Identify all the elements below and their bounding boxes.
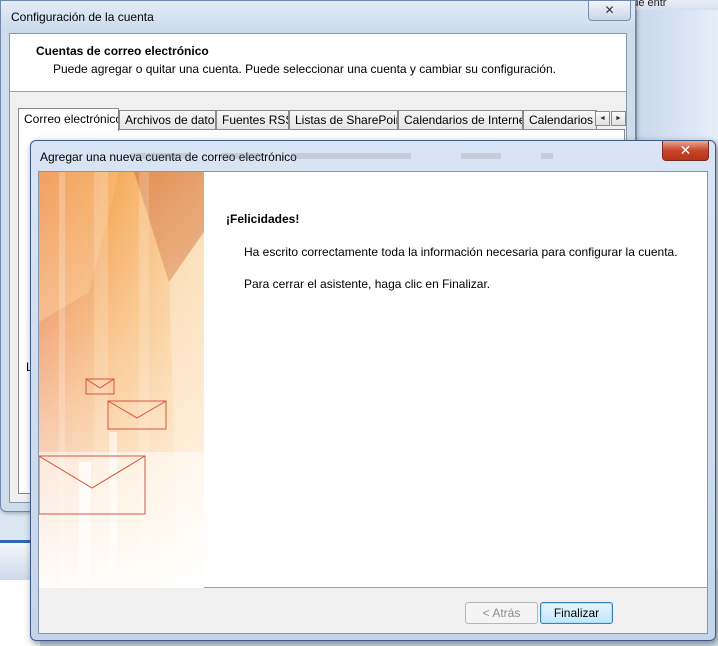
email-accounts-heading: Cuentas de correo electrónico bbox=[36, 44, 209, 58]
account-settings-header: Cuentas de correo electrónico Puede agre… bbox=[10, 34, 626, 92]
account-settings-titlebar[interactable]: Configuración de la cuenta ✕ bbox=[1, 1, 635, 33]
email-accounts-description: Puede agregar o quitar una cuenta. Puede… bbox=[53, 62, 556, 76]
close-icon: ✕ bbox=[604, 3, 615, 17]
envelopes-illustration-icon bbox=[39, 172, 204, 588]
congratulations-heading: ¡Felicidades! bbox=[226, 212, 300, 226]
tab-data-files[interactable]: Archivos de datos bbox=[119, 110, 216, 130]
account-settings-tabs: Correo electrónico Archivos de datos Fue… bbox=[18, 108, 628, 131]
arrow-left-icon: ◄ bbox=[599, 115, 606, 122]
finish-button[interactable]: Finalizar bbox=[540, 602, 613, 624]
wizard-content: ¡Felicidades! Ha escrito correctamente t… bbox=[39, 172, 707, 588]
account-settings-title: Configuración de la cuenta bbox=[11, 10, 154, 24]
back-button[interactable]: < Atrás bbox=[465, 602, 538, 624]
tab-email[interactable]: Correo electrónico bbox=[18, 108, 119, 131]
add-account-dialog: Agregar una nueva cuenta de correo elect… bbox=[30, 140, 716, 641]
tab-sharepoint-lists[interactable]: Listas de SharePoint bbox=[289, 110, 398, 130]
add-account-close-button[interactable]: ✕ bbox=[662, 141, 709, 161]
titlebar-faint-background bbox=[131, 147, 591, 165]
success-message: Ha escrito correctamente toda la informa… bbox=[244, 245, 678, 259]
tab-scroll-right-button[interactable]: ► bbox=[611, 111, 626, 126]
tab-scroll-left-button[interactable]: ◄ bbox=[595, 111, 610, 126]
close-icon: ✕ bbox=[679, 142, 692, 158]
tab-internet-calendars[interactable]: Calendarios de Internet bbox=[398, 110, 523, 130]
account-settings-close-button[interactable]: ✕ bbox=[588, 1, 631, 21]
finish-instructions: Para cerrar el asistente, haga clic en F… bbox=[244, 277, 491, 291]
tab-published-calendars[interactable]: Calendarios p bbox=[523, 110, 597, 130]
faint-toolbar-icon bbox=[131, 153, 553, 159]
tab-rss-feeds[interactable]: Fuentes RSS bbox=[216, 110, 289, 130]
wizard-side-art bbox=[39, 172, 204, 588]
add-account-client: ¡Felicidades! Ha escrito correctamente t… bbox=[38, 171, 708, 634]
arrow-right-icon: ► bbox=[615, 115, 622, 122]
